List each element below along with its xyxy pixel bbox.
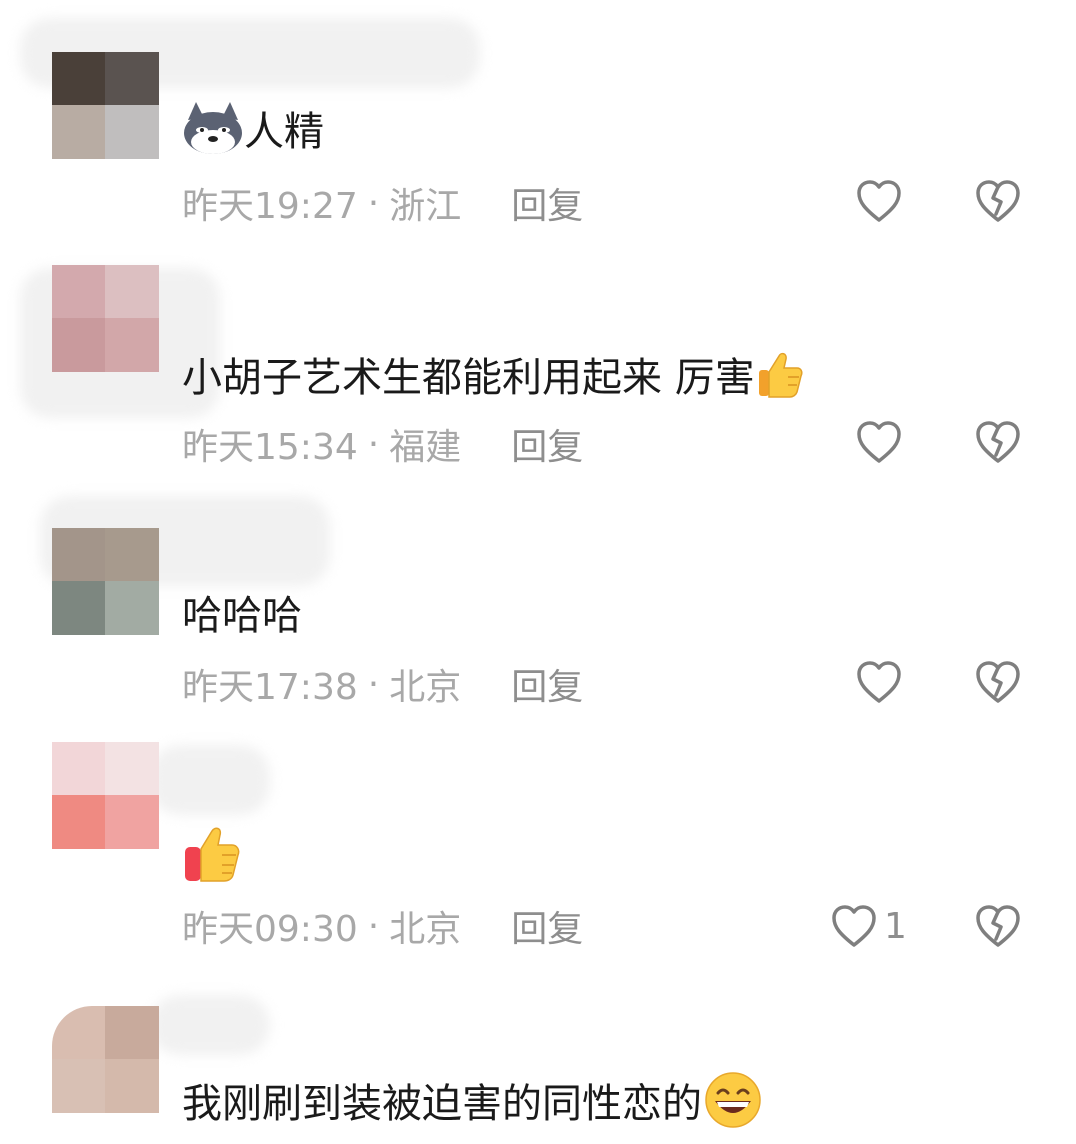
- like-button[interactable]: [855, 659, 909, 705]
- reply-button[interactable]: 回复: [511, 900, 583, 952]
- comment-time: 昨天17:38: [182, 667, 358, 708]
- reply-button[interactable]: 回复: [511, 177, 583, 229]
- comment-text-label: 我刚刷到装被迫害的同性恋的: [182, 1081, 702, 1127]
- comment-time: 昨天15:34: [182, 427, 358, 468]
- like-button[interactable]: 1: [830, 903, 907, 949]
- comment-meta: 昨天09:30 · 北京 回复: [182, 900, 583, 952]
- avatar[interactable]: [52, 1006, 159, 1113]
- comment-meta: 昨天15:34 · 福建 回复: [182, 418, 583, 470]
- like-button[interactable]: [855, 419, 909, 465]
- grinning-face-emoji: [705, 1072, 761, 1128]
- meta-separator: ·: [367, 905, 380, 947]
- heart-outline-icon: [857, 421, 901, 463]
- meta-separator: ·: [367, 182, 380, 224]
- meta-separator: ·: [367, 423, 380, 465]
- avatar[interactable]: [52, 742, 159, 849]
- meta-separator: ·: [367, 663, 380, 705]
- broken-heart-outline-icon: [976, 180, 1020, 222]
- dislike-button[interactable]: [974, 178, 1022, 228]
- dislike-button[interactable]: [974, 903, 1022, 953]
- avatar[interactable]: [52, 52, 159, 159]
- blurred-username: [150, 745, 270, 815]
- broken-heart-outline-icon: [976, 421, 1020, 463]
- comment-text: 人精: [182, 100, 324, 156]
- heart-outline-icon: [857, 661, 901, 703]
- comment-location: 福建: [389, 427, 462, 468]
- thumbs-up-emoji: [185, 827, 240, 882]
- blurred-username: [150, 995, 270, 1055]
- like-button[interactable]: [855, 178, 909, 224]
- heart-outline-icon: [857, 180, 901, 222]
- comment-text-label: 哈哈哈: [182, 593, 302, 639]
- thumbs-up-emoji: [758, 352, 803, 398]
- comment-meta: 昨天17:38 · 北京 回复: [182, 658, 583, 710]
- husky-dog-emoji: [184, 102, 242, 154]
- comment-text-label: 小胡子艺术生都能利用起来 厉害: [182, 355, 755, 401]
- like-count: 1: [884, 905, 907, 947]
- broken-heart-outline-icon: [976, 661, 1020, 703]
- comment-item: 人精 昨天19:27 · 浙江 回复: [0, 0, 1076, 240]
- dislike-button[interactable]: [974, 659, 1022, 709]
- comment-text: 哈哈哈: [182, 584, 302, 640]
- comment-location: 北京: [389, 909, 462, 950]
- reply-button[interactable]: 回复: [511, 658, 583, 710]
- comment-meta: 昨天19:27 · 浙江 回复: [182, 177, 583, 229]
- broken-heart-outline-icon: [976, 905, 1020, 947]
- comment-location: 北京: [389, 667, 462, 708]
- comment-text: [182, 824, 242, 884]
- reply-button[interactable]: 回复: [511, 418, 583, 470]
- dislike-button[interactable]: [974, 419, 1022, 469]
- comment-text: 小胡子艺术生都能利用起来 厉害: [182, 346, 805, 402]
- comment-text: 我刚刷到装被迫害的同性恋的: [182, 1070, 764, 1130]
- comment-location: 浙江: [389, 186, 462, 227]
- avatar[interactable]: [52, 265, 159, 372]
- comment-time: 昨天09:30: [182, 909, 358, 950]
- heart-outline-icon: [832, 905, 876, 947]
- comment-time: 昨天19:27: [182, 186, 358, 227]
- comment-text-label: 人精: [244, 109, 324, 155]
- avatar[interactable]: [52, 528, 159, 635]
